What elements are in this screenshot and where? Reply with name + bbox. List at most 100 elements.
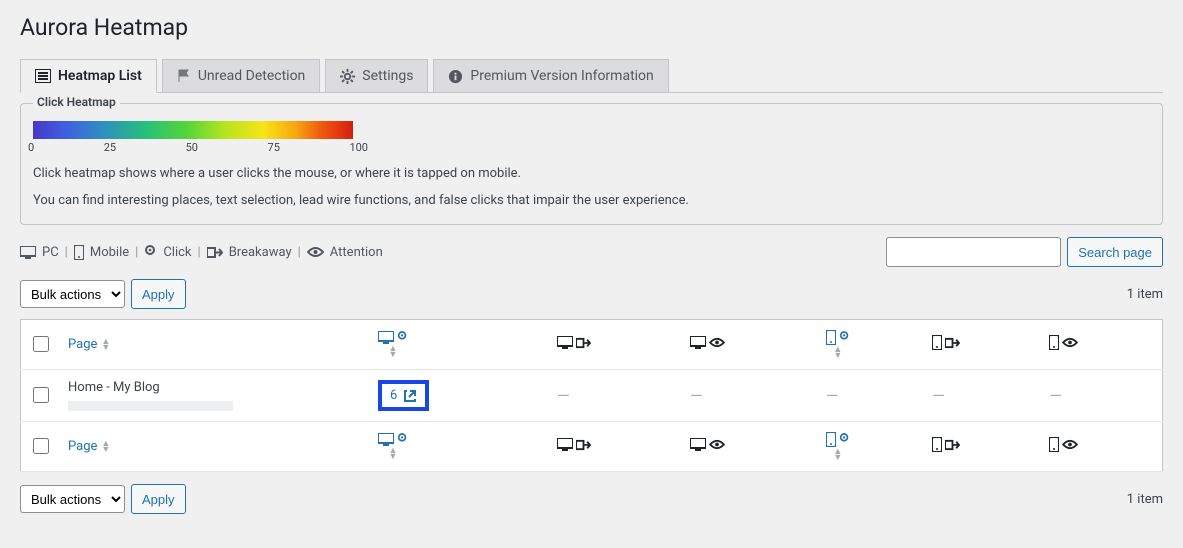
breakaway-icon [576, 439, 591, 451]
list-icon [35, 69, 51, 83]
pc-icon [690, 336, 706, 349]
bulk-actions-select[interactable]: Bulk actions [20, 280, 125, 308]
click-icon [397, 331, 408, 344]
column-pc-click-footer[interactable] [378, 433, 408, 446]
column-mobile-attention-header [1049, 335, 1078, 350]
mobile-icon [1049, 437, 1059, 452]
pc-icon [378, 433, 394, 446]
mobile-icon [1049, 335, 1059, 350]
panel-legend: Click Heatmap [33, 95, 120, 109]
icon-legend: PC | Mobile | Click | Breakaway | Attent… [20, 245, 383, 260]
column-page-footer[interactable]: Page ▲▼ [68, 439, 110, 454]
sort-icon: ▲▼ [833, 449, 842, 461]
breakaway-icon [207, 246, 223, 259]
column-pc-breakaway-footer [557, 438, 591, 451]
item-count-top: 1 item [1127, 287, 1163, 302]
search-input[interactable] [886, 237, 1061, 267]
tab-bar: Heatmap List Unread Detection Settings P… [20, 59, 1163, 93]
heatmap-gradient [33, 121, 353, 139]
tab-premium[interactable]: Premium Version Information [433, 59, 668, 92]
column-page-header[interactable]: Page ▲▼ [68, 337, 110, 352]
row-checkbox[interactable] [33, 387, 49, 403]
select-all-checkbox-bottom[interactable] [33, 438, 49, 454]
heatmap-scale: 0 25 50 75 100 [28, 141, 368, 154]
click-icon [839, 331, 850, 344]
legend-label: Click [163, 245, 191, 260]
mobile-icon [932, 437, 942, 452]
sort-icon: ▲▼ [833, 347, 842, 359]
pc-icon [557, 438, 573, 451]
breakaway-icon [945, 337, 960, 349]
pc-icon [378, 331, 394, 344]
table-row: Home - My Blog 6 — — — — — [21, 370, 1163, 422]
empty-cell: — [690, 386, 703, 405]
panel-description-1: Click heatmap shows where a user clicks … [33, 166, 1150, 181]
breakaway-icon [576, 337, 591, 349]
column-pc-click-header[interactable] [378, 331, 408, 344]
gear-icon [340, 69, 355, 84]
tab-unread-detection[interactable]: Unread Detection [162, 59, 320, 92]
column-mobile-click-footer[interactable] [826, 432, 850, 447]
attention-icon [709, 439, 725, 450]
click-icon [144, 245, 157, 260]
empty-cell: — [1049, 386, 1062, 405]
attention-icon [307, 246, 324, 258]
apply-button-bottom[interactable]: Apply [131, 484, 186, 514]
sort-icon: ▲▼ [101, 339, 110, 351]
empty-cell: — [557, 386, 570, 405]
tab-heatmap-list[interactable]: Heatmap List [20, 59, 157, 93]
sort-icon: ▲▼ [101, 441, 110, 453]
column-mobile-attention-footer [1049, 437, 1078, 452]
page-title: Aurora Heatmap [20, 14, 1163, 41]
column-mobile-breakaway-header [932, 335, 960, 350]
apply-button-top[interactable]: Apply [131, 279, 186, 309]
scale-tick: 100 [349, 141, 368, 154]
external-link-icon [403, 389, 417, 403]
scale-tick: 0 [28, 141, 34, 154]
pc-icon [20, 246, 36, 259]
mobile-icon [826, 330, 836, 345]
click-icon [839, 433, 850, 446]
empty-cell: — [932, 386, 945, 405]
breakaway-icon [945, 439, 960, 451]
heatmap-table: Page ▲▼ ▲▼ [20, 319, 1163, 472]
mobile-icon [932, 335, 942, 350]
column-mobile-breakaway-footer [932, 437, 960, 452]
flag-icon [177, 69, 191, 83]
search-page-button[interactable]: Search page [1067, 237, 1163, 267]
column-pc-attention-footer [690, 438, 725, 451]
legend-label: PC [42, 245, 59, 260]
tab-label: Unread Detection [198, 68, 305, 84]
pc-icon [690, 438, 706, 451]
mobile-icon [74, 245, 84, 260]
attention-icon [709, 337, 725, 348]
tab-label: Settings [362, 68, 413, 84]
scale-tick: 75 [268, 141, 280, 154]
pc-click-cell[interactable]: 6 [378, 380, 429, 411]
tab-settings[interactable]: Settings [325, 59, 428, 92]
click-heatmap-panel: Click Heatmap 0 25 50 75 100 Click heatm… [20, 103, 1163, 225]
pc-icon [557, 336, 573, 349]
empty-cell: — [826, 386, 839, 405]
legend-label: Mobile [90, 245, 129, 260]
column-pc-breakaway-header [557, 336, 591, 349]
click-icon [397, 433, 408, 446]
select-all-checkbox[interactable] [33, 336, 49, 352]
row-title: Home - My Blog [68, 380, 160, 395]
legend-label: Attention [330, 245, 383, 260]
tab-label: Heatmap List [58, 68, 142, 84]
row-url-placeholder [68, 401, 233, 411]
column-pc-attention-header [690, 336, 725, 349]
scale-tick: 25 [104, 141, 116, 154]
mobile-icon [826, 432, 836, 447]
info-icon [448, 69, 463, 84]
panel-description-2: You can find interesting places, text se… [33, 193, 1150, 208]
attention-icon [1062, 337, 1078, 348]
bulk-actions-select-bottom[interactable]: Bulk actions [20, 485, 125, 513]
legend-label: Breakaway [229, 245, 292, 260]
sort-icon: ▲▼ [389, 346, 398, 358]
sort-icon: ▲▼ [389, 448, 398, 460]
attention-icon [1062, 439, 1078, 450]
column-mobile-click-header[interactable] [826, 330, 850, 345]
item-count-bottom: 1 item [1127, 492, 1163, 507]
